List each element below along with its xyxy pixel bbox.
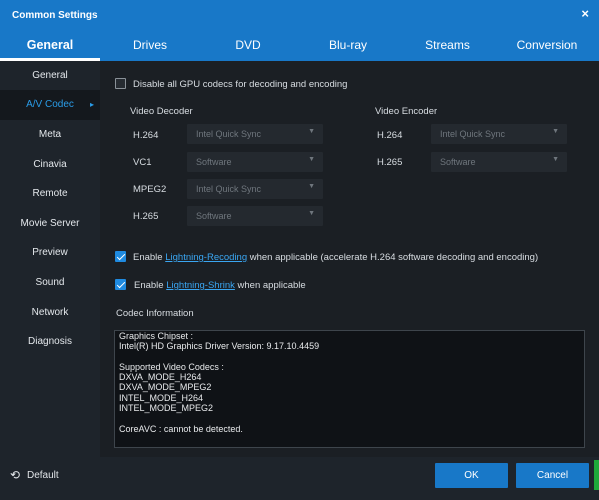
default-label: Default bbox=[27, 470, 59, 481]
tab-drives[interactable]: Drives bbox=[100, 30, 200, 61]
sidebar-item-label: Network bbox=[31, 307, 69, 318]
select-value: Intel Quick Sync bbox=[440, 129, 506, 139]
dialog-footer: ⟲ Default OK Cancel bbox=[0, 457, 599, 500]
title-bar: Common Settings × bbox=[0, 0, 599, 30]
lightning-shrink-label: Enable Lightning-Shrink when applicable bbox=[134, 280, 306, 291]
tab-dvd[interactable]: DVD bbox=[200, 30, 296, 61]
edge-indicator bbox=[594, 460, 599, 490]
select-value: Software bbox=[440, 157, 476, 167]
sidebar-item-sound[interactable]: Sound bbox=[0, 268, 100, 298]
lightning-shrink-link[interactable]: Lightning-Shrink bbox=[166, 280, 235, 291]
chevron-down-icon: ▼ bbox=[552, 128, 559, 135]
disable-gpu-label: Disable all GPU codecs for decoding and … bbox=[133, 79, 348, 90]
info-line: INTEL_MODE_H264 bbox=[119, 392, 204, 403]
tab-bar: General Drives DVD Blu-ray Streams Conve… bbox=[0, 30, 599, 61]
video-decoder-heading: Video Decoder bbox=[130, 106, 193, 117]
encoder-h264-label: H.264 bbox=[377, 130, 403, 141]
tab-conversion[interactable]: Conversion bbox=[495, 30, 599, 61]
lightning-recoding-checkbox[interactable] bbox=[115, 251, 126, 262]
lightning-recoding-link[interactable]: Lightning-Recoding bbox=[165, 252, 247, 263]
chevron-down-icon: ▼ bbox=[308, 156, 315, 163]
sidebar: General A/V Codec ▸ Meta Cinavia Remote M… bbox=[0, 61, 100, 457]
sidebar-item-label: Movie Server bbox=[20, 218, 80, 229]
sidebar-item-label: Diagnosis bbox=[28, 336, 72, 347]
video-encoder-heading: Video Encoder bbox=[375, 106, 438, 117]
encoder-h265-label: H.265 bbox=[377, 157, 403, 168]
sidebar-item-meta[interactable]: Meta bbox=[0, 120, 100, 150]
close-icon[interactable]: × bbox=[581, 6, 589, 21]
ok-button[interactable]: OK bbox=[435, 463, 508, 488]
decoder-vc1-select[interactable]: Software ▼ bbox=[187, 152, 323, 172]
info-line: DXVA_MODE_H264 bbox=[119, 372, 202, 383]
chevron-down-icon: ▼ bbox=[552, 156, 559, 163]
chevron-down-icon: ▼ bbox=[308, 128, 315, 135]
tab-blu-ray[interactable]: Blu-ray bbox=[296, 30, 400, 61]
sidebar-item-label: Remote bbox=[32, 188, 68, 199]
tab-general[interactable]: General bbox=[0, 30, 100, 61]
info-line bbox=[115, 413, 584, 423]
decoder-h264-select[interactable]: Intel Quick Sync ▼ bbox=[187, 124, 323, 144]
sidebar-item-diagnosis[interactable]: Diagnosis bbox=[0, 327, 100, 357]
disable-gpu-checkbox[interactable] bbox=[115, 78, 126, 89]
lightning-shrink-checkbox[interactable] bbox=[115, 279, 126, 290]
sidebar-item-label: Sound bbox=[35, 277, 65, 288]
info-line: Graphics Chipset : bbox=[119, 331, 194, 341]
sidebar-item-cinavia[interactable]: Cinavia bbox=[0, 150, 100, 180]
decoder-vc1-label: VC1 bbox=[133, 157, 152, 168]
label-suffix: when applicable bbox=[234, 280, 306, 291]
select-value: Software bbox=[196, 211, 232, 221]
sidebar-item-preview[interactable]: Preview bbox=[0, 238, 100, 268]
info-line: Intel(R) HD Graphics Driver Version: 9.1… bbox=[119, 341, 320, 352]
sidebar-item-label: Meta bbox=[38, 129, 62, 140]
sidebar-item-label: Cinavia bbox=[33, 159, 67, 170]
sidebar-item-network[interactable]: Network bbox=[0, 298, 100, 328]
info-line bbox=[115, 352, 584, 362]
decoder-mpeg2-label: MPEG2 bbox=[133, 184, 167, 195]
label-prefix: Enable bbox=[133, 252, 166, 263]
label-suffix: when applicable (accelerate H.264 softwa… bbox=[247, 252, 539, 263]
info-line: Supported Video Codecs : bbox=[119, 361, 224, 372]
encoder-h265-select[interactable]: Software ▼ bbox=[431, 152, 567, 172]
select-value: Software bbox=[196, 157, 232, 167]
info-line: INTEL_MODE_MPEG2 bbox=[119, 403, 214, 414]
codec-information-box[interactable]: Graphics Chipset : Intel(R) HD Graphics … bbox=[114, 330, 585, 448]
sidebar-item-label: General bbox=[32, 70, 68, 81]
sidebar-item-remote[interactable]: Remote bbox=[0, 179, 100, 209]
lightning-recoding-label: Enable Lightning-Recoding when applicabl… bbox=[133, 252, 538, 263]
sidebar-item-movie-server[interactable]: Movie Server bbox=[0, 209, 100, 239]
encoder-h264-select[interactable]: Intel Quick Sync ▼ bbox=[431, 124, 567, 144]
sidebar-item-av-codec[interactable]: A/V Codec ▸ bbox=[0, 90, 100, 120]
info-line: CoreAVC : cannot be detected. bbox=[119, 423, 243, 434]
info-line: DXVA_MODE_MPEG2 bbox=[119, 382, 212, 393]
chevron-right-icon: ▸ bbox=[89, 100, 94, 109]
decoder-h265-label: H.265 bbox=[133, 211, 159, 222]
window-title: Common Settings bbox=[12, 10, 98, 21]
decoder-h264-label: H.264 bbox=[133, 130, 159, 141]
sidebar-item-label: A/V Codec bbox=[26, 99, 74, 110]
reset-icon: ⟲ bbox=[10, 468, 21, 482]
select-value: Intel Quick Sync bbox=[196, 184, 262, 194]
decoder-h265-select[interactable]: Software ▼ bbox=[187, 206, 323, 226]
label-prefix: Enable bbox=[134, 280, 167, 291]
av-codec-panel: Disable all GPU codecs for decoding and … bbox=[100, 61, 599, 457]
chevron-down-icon: ▼ bbox=[308, 210, 315, 217]
tab-streams[interactable]: Streams bbox=[400, 30, 495, 61]
chevron-down-icon: ▼ bbox=[308, 183, 315, 190]
sidebar-item-label: Preview bbox=[32, 247, 68, 258]
cancel-button[interactable]: Cancel bbox=[516, 463, 589, 488]
sidebar-item-general[interactable]: General bbox=[0, 61, 100, 91]
select-value: Intel Quick Sync bbox=[196, 129, 262, 139]
decoder-mpeg2-select[interactable]: Intel Quick Sync ▼ bbox=[187, 179, 323, 199]
codec-information-heading: Codec Information bbox=[116, 308, 194, 319]
